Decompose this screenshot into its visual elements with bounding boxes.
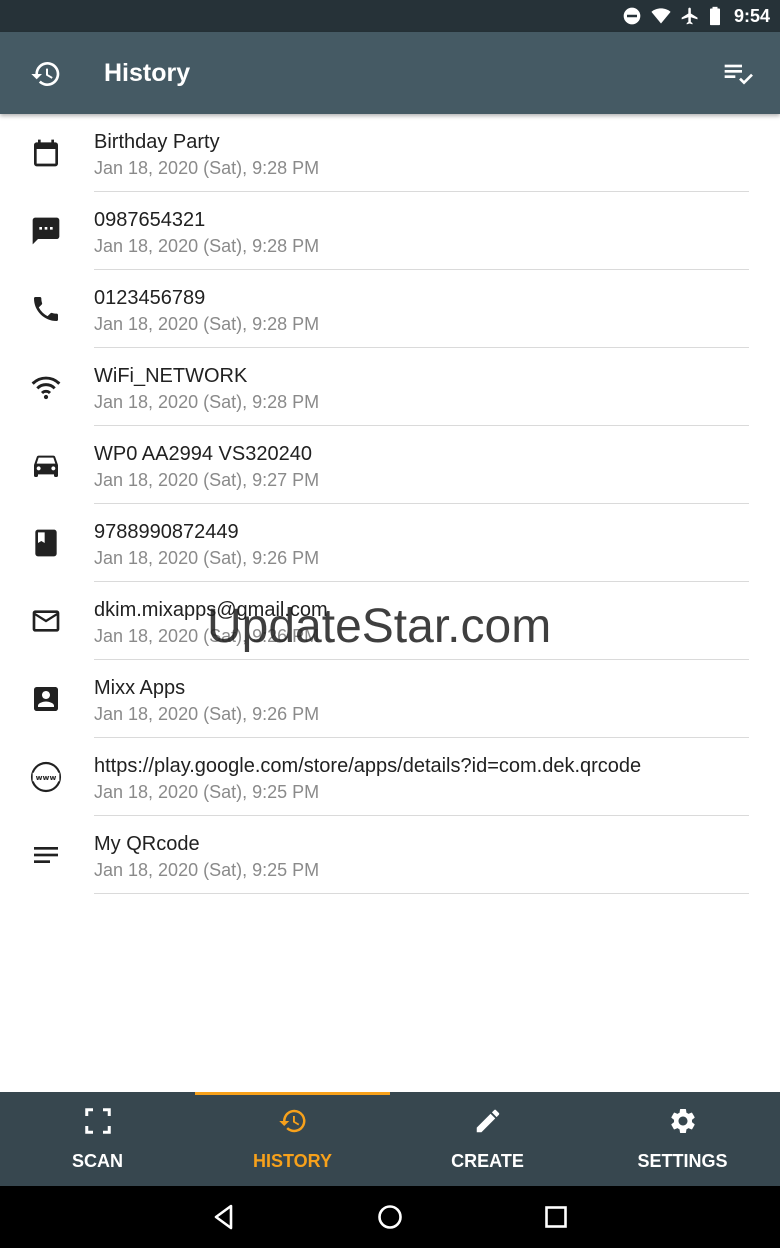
- history-item-title: WP0 AA2994 VS320240: [94, 443, 312, 465]
- book-icon: [35, 529, 57, 557]
- bottom-nav: SCAN HISTORY CREATE SETTINGS: [0, 1092, 780, 1186]
- scan-icon: [85, 1108, 111, 1134]
- wifi-icon: [651, 8, 671, 24]
- history-item-title: dkim.mixapps@gmail.com: [94, 599, 328, 621]
- page-title: History: [104, 59, 191, 87]
- wifi-icon: [31, 376, 61, 400]
- status-icons: 9:54: [622, 0, 770, 32]
- history-item[interactable]: www https://play.google.com/store/apps/d…: [0, 738, 780, 816]
- tab-scan[interactable]: SCAN: [0, 1092, 195, 1186]
- history-list: Birthday Party Jan 18, 2020 (Sat), 9:28 …: [0, 114, 780, 894]
- history-item-date: Jan 18, 2020 (Sat), 9:28 PM: [94, 392, 320, 412]
- app-bar: History: [0, 32, 780, 114]
- tab-label: CREATE: [451, 1151, 524, 1171]
- email-icon: [32, 610, 60, 632]
- history-item-date: Jan 18, 2020 (Sat), 9:28 PM: [94, 314, 320, 334]
- history-item-title: https://play.google.com/store/apps/detai…: [94, 755, 642, 777]
- history-item-date: Jan 18, 2020 (Sat), 9:28 PM: [94, 158, 320, 178]
- history-item-title: WiFi_NETWORK: [94, 365, 248, 387]
- status-time: 9:54: [733, 5, 770, 26]
- tab-history[interactable]: HISTORY: [195, 1092, 390, 1186]
- history-item-title: My QRcode: [94, 833, 200, 855]
- battery-icon: [709, 6, 720, 26]
- history-item-date: Jan 18, 2020 (Sat), 9:26 PM: [94, 704, 320, 724]
- select-all-icon[interactable]: [722, 58, 754, 90]
- history-item-date: Jan 18, 2020 (Sat), 9:28 PM: [94, 236, 320, 256]
- history-item[interactable]: dkim.mixapps@gmail.com Jan 18, 2020 (Sat…: [0, 582, 780, 660]
- sms-icon: [32, 217, 60, 245]
- history-item-title: Mixx Apps: [94, 677, 186, 699]
- history-icon: [279, 1109, 306, 1133]
- history-item[interactable]: Mixx Apps Jan 18, 2020 (Sat), 9:26 PM: [0, 660, 780, 738]
- system-nav-bar: [0, 1186, 780, 1248]
- back-icon[interactable]: [208, 1201, 240, 1233]
- do-not-disturb-icon: [623, 7, 641, 25]
- history-item-date: Jan 18, 2020 (Sat), 9:25 PM: [94, 782, 320, 802]
- history-item-title: Birthday Party: [94, 131, 220, 153]
- history-item[interactable]: My QRcode Jan 18, 2020 (Sat), 9:25 PM: [0, 816, 780, 894]
- history-item[interactable]: 0987654321 Jan 18, 2020 (Sat), 9:28 PM: [0, 192, 780, 270]
- home-icon[interactable]: [374, 1201, 406, 1233]
- tab-label: HISTORY: [252, 1151, 332, 1171]
- history-item[interactable]: 9788990872449 Jan 18, 2020 (Sat), 9:26 P…: [0, 504, 780, 582]
- history-item-title: 0987654321: [94, 209, 206, 231]
- history-item-title: 9788990872449: [94, 521, 239, 543]
- history-item[interactable]: Birthday Party Jan 18, 2020 (Sat), 9:28 …: [0, 114, 780, 192]
- status-bar: 9:54: [0, 0, 780, 32]
- history-item[interactable]: WiFi_NETWORK Jan 18, 2020 (Sat), 9:28 PM: [0, 348, 780, 426]
- gear-icon: [671, 1109, 695, 1133]
- history-item-title: 0123456789: [94, 287, 206, 309]
- divider: [94, 893, 749, 894]
- text-icon: [34, 847, 58, 863]
- tab-label: SCAN: [71, 1151, 123, 1171]
- history-item-date: Jan 18, 2020 (Sat), 9:26 PM: [94, 548, 320, 568]
- recents-icon[interactable]: [540, 1201, 572, 1233]
- history-item-date: Jan 18, 2020 (Sat), 9:27 PM: [94, 470, 320, 490]
- history-item-date: Jan 18, 2020 (Sat), 9:25 PM: [94, 860, 320, 880]
- phone-icon: [34, 297, 58, 321]
- tab-settings[interactable]: SETTINGS: [585, 1092, 780, 1186]
- history-icon[interactable]: [30, 58, 62, 90]
- pencil-icon: [476, 1109, 500, 1133]
- screen: 9:54 History Birthday Party Jan 18, 2020…: [0, 0, 780, 1248]
- airplane-mode-icon: [681, 7, 698, 25]
- history-item[interactable]: 0123456789 Jan 18, 2020 (Sat), 9:28 PM: [0, 270, 780, 348]
- calendar-icon: [34, 139, 58, 167]
- contact-icon: [34, 687, 58, 711]
- history-item[interactable]: WP0 AA2994 VS320240 Jan 18, 2020 (Sat), …: [0, 426, 780, 504]
- web-icon: www: [30, 761, 62, 793]
- car-icon: [34, 455, 58, 477]
- svg-text:www: www: [36, 773, 57, 782]
- history-item-date: Jan 18, 2020 (Sat), 9:26 PM: [94, 626, 320, 646]
- tab-label: SETTINGS: [637, 1151, 728, 1171]
- tab-create[interactable]: CREATE: [390, 1092, 585, 1186]
